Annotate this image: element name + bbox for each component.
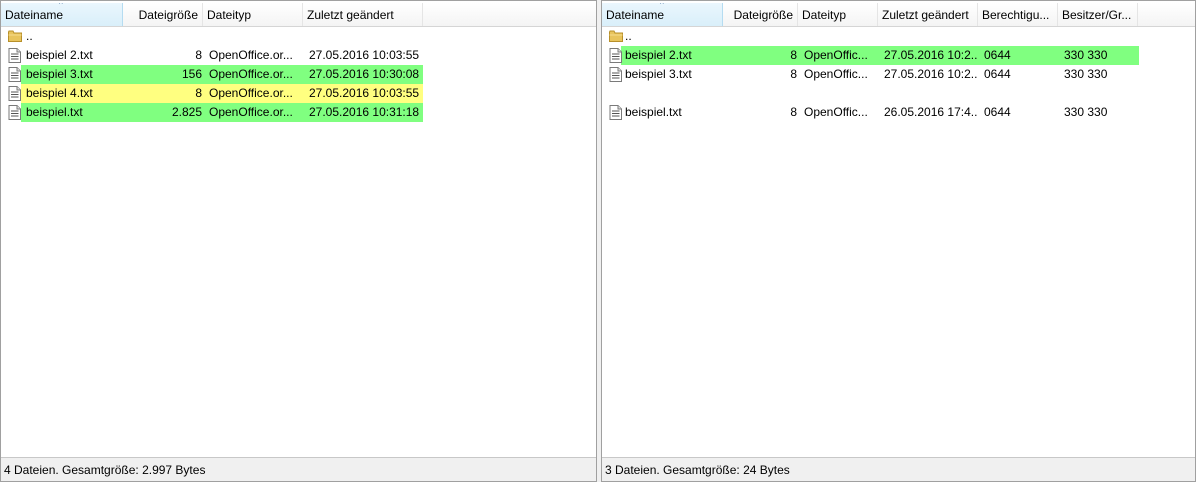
cell-size: 156 bbox=[181, 67, 202, 81]
local-file-row[interactable]: beispiel 3.txt 156 OpenOffice.or... 27.05.2… bbox=[1, 65, 426, 84]
local-col-filename[interactable]: ^ Dateiname bbox=[1, 3, 123, 26]
cell-owner: 330 330 bbox=[1064, 67, 1108, 81]
parent-label: .. bbox=[625, 29, 632, 43]
remote-status-text: 3 Dateien. Gesamtgröße: 24 Bytes bbox=[605, 463, 790, 477]
parent-directory-row[interactable]: .. bbox=[607, 27, 1137, 46]
cell-name: beispiel 2.txt bbox=[625, 48, 692, 62]
parent-label: .. bbox=[26, 29, 33, 43]
cell-type: OpenOffic... bbox=[804, 67, 868, 81]
text-file-icon bbox=[8, 48, 21, 63]
cell-permissions: 0644 bbox=[984, 67, 1011, 81]
sort-ascending-icon: ^ bbox=[59, 3, 63, 9]
cell-name: beispiel 3.txt bbox=[625, 67, 692, 81]
cell-name: beispiel.txt bbox=[26, 105, 83, 119]
cell-type: OpenOffice.or... bbox=[209, 105, 293, 119]
cell-modified: 27.05.2016 10:30:08 bbox=[309, 67, 420, 81]
text-file-icon bbox=[609, 67, 622, 82]
cell-modified: 27.05.2016 10:03:55 bbox=[309, 86, 420, 100]
text-file-icon bbox=[8, 86, 21, 101]
cell-size: 8 bbox=[790, 67, 797, 81]
cell-modified: 27.05.2016 10:2... bbox=[884, 48, 978, 62]
cell-modified: 27.05.2016 10:03:55 bbox=[309, 48, 420, 62]
remote-col-permissions[interactable]: Berechtigu... bbox=[978, 3, 1058, 26]
cell-permissions: 0644 bbox=[984, 48, 1011, 62]
col-label: Besitzer/Gr... bbox=[1062, 8, 1132, 22]
local-col-modified[interactable]: Zuletzt geändert bbox=[303, 3, 423, 26]
text-file-icon bbox=[609, 48, 622, 63]
cell-size: 8 bbox=[195, 48, 202, 62]
local-col-filesize[interactable]: Dateigröße bbox=[123, 3, 203, 26]
local-file-row[interactable]: beispiel.txt 2.825 OpenOffice.or... 27.05.2… bbox=[1, 103, 426, 122]
cell-type: OpenOffic... bbox=[804, 105, 868, 119]
remote-file-row[interactable]: beispiel.txt 8 OpenOffic... 26.05.2016 17:4… bbox=[602, 103, 1142, 122]
remote-file-row[interactable]: beispiel 3.txt 8 OpenOffic... 27.05.2016 10… bbox=[602, 65, 1142, 84]
col-label: Zuletzt geändert bbox=[307, 8, 394, 22]
cell-type: OpenOffice.or... bbox=[209, 86, 293, 100]
col-label: Dateityp bbox=[802, 8, 847, 22]
local-col-filetype[interactable]: Dateityp bbox=[203, 3, 303, 26]
cell-type: OpenOffic... bbox=[804, 48, 868, 62]
cell-size: 2.825 bbox=[171, 105, 202, 119]
cell-size: 8 bbox=[790, 48, 797, 62]
remote-status-bar: 3 Dateien. Gesamtgröße: 24 Bytes bbox=[602, 457, 1195, 481]
folder-icon bbox=[8, 30, 22, 42]
parent-directory-row[interactable]: .. bbox=[6, 27, 423, 46]
local-status-bar: 4 Dateien. Gesamtgröße: 2.997 Bytes bbox=[1, 457, 596, 481]
cell-owner: 330 330 bbox=[1064, 105, 1108, 119]
cell-type: OpenOffice.or... bbox=[209, 67, 293, 81]
remote-col-filename[interactable]: ^ Dateiname bbox=[602, 3, 723, 26]
cell-size: 8 bbox=[195, 86, 202, 100]
text-file-icon bbox=[8, 67, 21, 82]
remote-column-header: ^ Dateiname Dateigröße Dateityp Zuletzt … bbox=[602, 3, 1195, 27]
remote-file-row[interactable]: beispiel 2.txt 8 OpenOffic... 27.05.2016 10… bbox=[602, 46, 1142, 65]
col-label: Dateiname bbox=[5, 8, 64, 22]
cell-modified: 26.05.2016 17:4... bbox=[884, 105, 978, 119]
cell-size: 8 bbox=[790, 105, 797, 119]
cell-modified: 27.05.2016 10:31:18 bbox=[309, 105, 420, 119]
text-file-icon bbox=[8, 105, 21, 120]
col-label: Dateityp bbox=[207, 8, 252, 22]
sort-ascending-icon: ^ bbox=[660, 3, 664, 9]
remote-col-modified[interactable]: Zuletzt geändert bbox=[878, 3, 978, 26]
cell-type: OpenOffice.or... bbox=[209, 48, 293, 62]
local-file-row[interactable]: beispiel 4.txt 8 OpenOffice.or... 27.05.201… bbox=[1, 84, 426, 103]
local-status-text: 4 Dateien. Gesamtgröße: 2.997 Bytes bbox=[4, 463, 206, 477]
cell-owner: 330 330 bbox=[1064, 48, 1108, 62]
remote-col-owner[interactable]: Besitzer/Gr... bbox=[1058, 3, 1138, 26]
folder-icon bbox=[609, 30, 623, 42]
local-file-row[interactable]: beispiel 2.txt 8 OpenOffice.or... 27.05.201… bbox=[1, 46, 426, 65]
col-label: Zuletzt geändert bbox=[882, 8, 969, 22]
cell-name: beispiel 3.txt bbox=[26, 67, 93, 81]
local-file-pane[interactable]: ^ Dateiname Dateigröße Dateityp Zuletzt … bbox=[0, 0, 597, 482]
text-file-icon bbox=[609, 105, 622, 120]
cell-permissions: 0644 bbox=[984, 105, 1011, 119]
cell-name: beispiel 2.txt bbox=[26, 48, 93, 62]
cell-modified: 27.05.2016 10:2... bbox=[884, 67, 978, 81]
col-label: Dateigröße bbox=[733, 8, 793, 22]
col-label: Dateigröße bbox=[138, 8, 198, 22]
local-column-header: ^ Dateiname Dateigröße Dateityp Zuletzt … bbox=[1, 3, 596, 27]
cell-name: beispiel.txt bbox=[625, 105, 682, 119]
col-label: Dateiname bbox=[606, 8, 665, 22]
remote-file-pane[interactable]: ^ Dateiname Dateigröße Dateityp Zuletzt … bbox=[601, 0, 1196, 482]
remote-col-filetype[interactable]: Dateityp bbox=[798, 3, 878, 26]
remote-col-filesize[interactable]: Dateigröße bbox=[723, 3, 798, 26]
cell-name: beispiel 4.txt bbox=[26, 86, 93, 100]
col-label: Berechtigu... bbox=[982, 8, 1050, 22]
